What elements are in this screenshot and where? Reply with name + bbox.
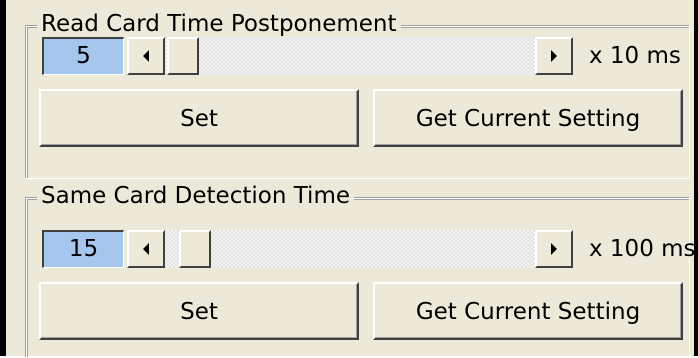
scroll-thumb[interactable] [167,37,199,75]
settings-panel: Read Card Time Postponement 5 x 10 ms Se… [0,0,698,358]
same-card-detection-group: Same Card Detection Time 15 x 100 ms Set… [26,182,696,358]
scroll-left-button[interactable] [127,230,165,268]
group-title: Read Card Time Postponement [37,10,401,38]
right-arrow-icon [551,50,557,62]
scroll-right-button[interactable] [535,37,573,75]
unit-label: x 10 ms [589,43,681,69]
set-button[interactable]: Set [39,282,359,340]
read-card-time-group: Read Card Time Postponement 5 x 10 ms Se… [26,10,690,179]
scroll-left-button[interactable] [127,37,165,75]
scroll-thumb[interactable] [179,230,211,268]
set-button[interactable]: Set [39,89,359,147]
group-title: Same Card Detection Time [37,182,355,210]
value-slider-scrollbar[interactable] [127,230,573,268]
right-arrow-icon [551,243,557,255]
unit-label: x 100 ms [589,236,696,262]
get-current-setting-button[interactable]: Get Current Setting [373,89,683,147]
left-arrow-icon [143,50,149,62]
value-display: 5 [42,37,124,75]
left-arrow-icon [143,243,149,255]
get-current-setting-button[interactable]: Get Current Setting [373,282,683,340]
value-display: 15 [42,230,124,268]
scroll-right-button[interactable] [535,230,573,268]
value-slider-scrollbar[interactable] [127,37,573,75]
